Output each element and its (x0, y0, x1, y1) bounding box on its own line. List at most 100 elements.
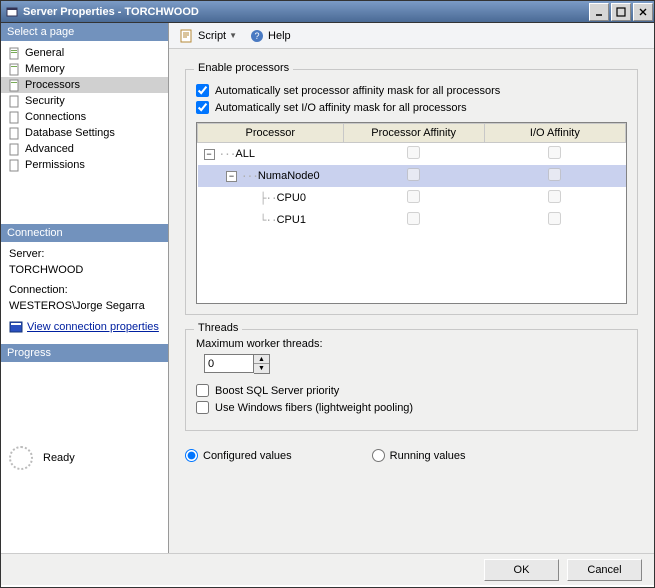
minimize-button[interactable] (589, 3, 609, 21)
page-icon (7, 46, 21, 60)
row-label: NumaNode0 (258, 170, 320, 182)
table-row-numanode0[interactable]: −···NumaNode0 (198, 165, 626, 187)
expander-icon[interactable]: − (204, 149, 215, 160)
progress-panel: Ready (1, 362, 168, 553)
script-icon (179, 28, 195, 44)
sidebar-item-label: Permissions (25, 159, 85, 171)
dialog-footer: OK Cancel (1, 553, 654, 585)
spin-up-icon[interactable]: ▲ (254, 355, 269, 364)
page-icon (7, 158, 21, 172)
script-button[interactable]: Script ▼ (175, 26, 241, 46)
spin-down-icon[interactable]: ▼ (254, 364, 269, 373)
cpu0-processor-affinity-checkbox[interactable] (407, 190, 420, 203)
sidebar-item-label: General (25, 47, 64, 59)
table-row-cpu0[interactable]: ├··CPU0 (198, 187, 626, 209)
help-label: Help (268, 30, 291, 42)
enable-processors-group: Enable processors Automatically set proc… (185, 69, 638, 315)
boost-priority-label: Boost SQL Server priority (215, 385, 339, 397)
values-radio-group: Configured values Running values (185, 449, 638, 462)
toolstrip: Script ▼ ? Help (169, 23, 654, 49)
threads-legend: Threads (194, 322, 242, 334)
cpu1-processor-affinity-checkbox[interactable] (407, 212, 420, 225)
auto-io-affinity-checkbox[interactable] (196, 101, 209, 114)
table-row-cpu1[interactable]: └··CPU1 (198, 209, 626, 231)
sidebar-item-processors[interactable]: Processors (1, 77, 168, 93)
affinity-table-wrap: Processor Processor Affinity I/O Affinit… (196, 122, 627, 304)
page-icon (7, 110, 21, 124)
app-icon (5, 5, 19, 19)
row-label: ALL (235, 148, 255, 160)
progress-spinner-icon (9, 446, 33, 470)
connection-panel: Server: TORCHWOOD Connection: WESTEROS\J… (1, 242, 168, 344)
table-row-all[interactable]: −···ALL (198, 143, 626, 166)
running-values-radio-label[interactable]: Running values (372, 449, 466, 462)
window-title: Server Properties - TORCHWOOD (23, 6, 199, 18)
sidebar-item-general[interactable]: General (1, 45, 168, 61)
connection-value: WESTEROS\Jorge Segarra (9, 300, 160, 312)
content-area: Script ▼ ? Help Enable processors Automa… (168, 23, 654, 553)
maximize-button[interactable] (611, 3, 631, 21)
svg-text:?: ? (255, 31, 260, 41)
running-values-text: Running values (390, 450, 466, 462)
running-values-radio[interactable] (372, 449, 385, 462)
numa0-processor-affinity-checkbox[interactable] (407, 168, 420, 181)
help-button[interactable]: ? Help (245, 26, 295, 46)
windows-fibers-label: Use Windows fibers (lightweight pooling) (215, 402, 413, 414)
sidebar-item-label: Processors (25, 79, 80, 91)
max-worker-threads-spinner[interactable]: ▲ ▼ (204, 354, 270, 374)
cancel-button[interactable]: Cancel (567, 559, 642, 581)
sidebar-item-permissions[interactable]: Permissions (1, 157, 168, 173)
help-icon: ? (249, 28, 265, 44)
configured-values-radio[interactable] (185, 449, 198, 462)
auto-io-affinity-label: Automatically set I/O affinity mask for … (215, 102, 467, 114)
max-worker-threads-input[interactable] (204, 354, 254, 373)
cpu1-io-affinity-checkbox[interactable] (548, 212, 561, 225)
all-io-affinity-checkbox[interactable] (548, 146, 561, 159)
page-icon (7, 78, 21, 92)
sidebar-item-connections[interactable]: Connections (1, 109, 168, 125)
col-processor[interactable]: Processor (198, 124, 344, 143)
numa0-io-affinity-checkbox[interactable] (548, 168, 561, 181)
sidebar-item-database-settings[interactable]: Database Settings (1, 125, 168, 141)
properties-icon (9, 320, 23, 334)
server-label: Server: (9, 248, 160, 260)
auto-processor-affinity-checkbox[interactable] (196, 84, 209, 97)
progress-header: Progress (1, 344, 168, 362)
enable-processors-legend: Enable processors (194, 62, 293, 74)
server-value: TORCHWOOD (9, 264, 160, 276)
connection-label: Connection: (9, 284, 160, 296)
sidebar-item-label: Security (25, 95, 65, 107)
auto-processor-affinity-label: Automatically set processor affinity mas… (215, 85, 500, 97)
sidebar-item-memory[interactable]: Memory (1, 61, 168, 77)
col-processor-affinity[interactable]: Processor Affinity (343, 124, 484, 143)
view-connection-properties-link[interactable]: View connection properties (27, 321, 159, 333)
sidebar: Select a page General Memory Processors … (1, 23, 168, 553)
page-icon (7, 62, 21, 76)
close-button[interactable] (633, 3, 653, 21)
affinity-table: Processor Processor Affinity I/O Affinit… (197, 123, 626, 231)
expander-icon[interactable]: − (226, 171, 237, 182)
page-icon (7, 126, 21, 140)
boost-priority-checkbox[interactable] (196, 384, 209, 397)
windows-fibers-checkbox[interactable] (196, 401, 209, 414)
script-label: Script (198, 30, 226, 42)
row-label: CPU0 (277, 192, 306, 204)
all-processor-affinity-checkbox[interactable] (407, 146, 420, 159)
page-icon (7, 94, 21, 108)
sidebar-item-label: Advanced (25, 143, 74, 155)
sidebar-item-advanced[interactable]: Advanced (1, 141, 168, 157)
configured-values-radio-label[interactable]: Configured values (185, 449, 292, 462)
chevron-down-icon: ▼ (229, 31, 237, 40)
ok-button[interactable]: OK (484, 559, 559, 581)
row-label: CPU1 (277, 214, 306, 226)
sidebar-item-label: Connections (25, 111, 86, 123)
configured-values-text: Configured values (203, 450, 292, 462)
window-controls (588, 2, 654, 22)
cpu0-io-affinity-checkbox[interactable] (548, 190, 561, 203)
col-io-affinity[interactable]: I/O Affinity (484, 124, 625, 143)
sidebar-item-label: Database Settings (25, 127, 115, 139)
title-bar: Server Properties - TORCHWOOD (1, 1, 654, 23)
sidebar-item-security[interactable]: Security (1, 93, 168, 109)
select-page-header: Select a page (1, 23, 168, 41)
max-worker-threads-label: Maximum worker threads: (196, 338, 627, 350)
